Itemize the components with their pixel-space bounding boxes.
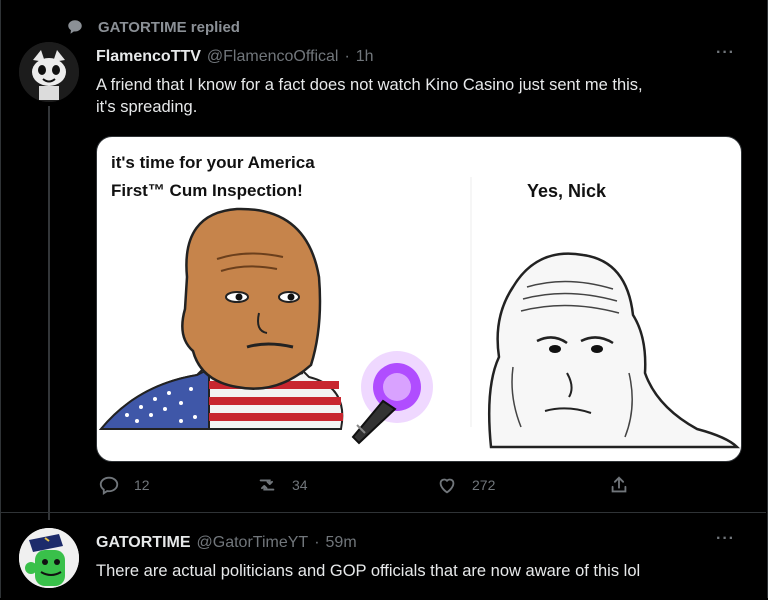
- tweet2-more-button[interactable]: ···: [716, 530, 735, 548]
- share-button[interactable]: [608, 474, 630, 496]
- tweet-divider: [0, 512, 766, 513]
- heart-icon: [439, 478, 455, 494]
- replied-context[interactable]: GATORTIME replied: [66, 16, 240, 38]
- tweet1-text-line2: it's spreading.: [96, 98, 198, 116]
- share-icon: [611, 476, 627, 493]
- tweet1-display-name[interactable]: FlamencoTTV: [96, 48, 201, 66]
- tweet2-display-name[interactable]: GATORTIME: [96, 534, 191, 552]
- tweet2-timestamp[interactable]: 59m: [326, 534, 357, 552]
- reply-count: 12: [134, 477, 150, 493]
- thread-connector-line: [48, 106, 50, 520]
- retweet-count: 34: [292, 477, 308, 493]
- tweet1-separator: ·: [344, 48, 350, 65]
- tweet1-timestamp[interactable]: 1h: [356, 48, 374, 66]
- flag-shirt-wojak: [98, 207, 344, 430]
- tweet1-actions: 12 34 272: [96, 474, 656, 502]
- tweet2-text: There are actual politicians and GOP off…: [96, 562, 641, 580]
- reply-icon: [99, 476, 119, 495]
- retweet-button[interactable]: 34: [256, 474, 308, 496]
- like-count: 272: [472, 477, 496, 493]
- tweet1-text: A friend that I know for a fact does not…: [96, 74, 746, 118]
- speech-bubble-icon: [68, 20, 82, 34]
- tweet1-handle[interactable]: @FlamencoOffical: [207, 48, 339, 66]
- reply-button[interactable]: 12: [98, 474, 150, 496]
- avatar-gatortime[interactable]: [19, 528, 79, 588]
- tweet2-separator: ·: [314, 534, 320, 551]
- uv-flashlight: [351, 351, 433, 445]
- tweet1-media-image[interactable]: it's time for your America First™ Cum In…: [96, 136, 742, 462]
- avatar-cat-image: [19, 42, 79, 102]
- tweet1-text-line1: A friend that I know for a fact does not…: [96, 76, 643, 94]
- tweet1-more-button[interactable]: ···: [716, 44, 735, 62]
- like-button[interactable]: 272: [436, 474, 495, 496]
- old-wojak: [487, 252, 741, 449]
- tweet2-header: GATORTIME @GatorTimeYT · 59m: [96, 534, 357, 552]
- retweet-icon: [259, 479, 275, 491]
- replied-label: GATORTIME replied: [98, 18, 240, 36]
- meme-illustration: [98, 177, 741, 449]
- avatar-gator-image: [19, 528, 79, 588]
- tweet1-header: FlamencoTTV @FlamencoOffical · 1h: [96, 48, 374, 66]
- tweet2-handle[interactable]: @GatorTimeYT: [197, 534, 309, 552]
- avatar-flamencottv[interactable]: [19, 42, 79, 102]
